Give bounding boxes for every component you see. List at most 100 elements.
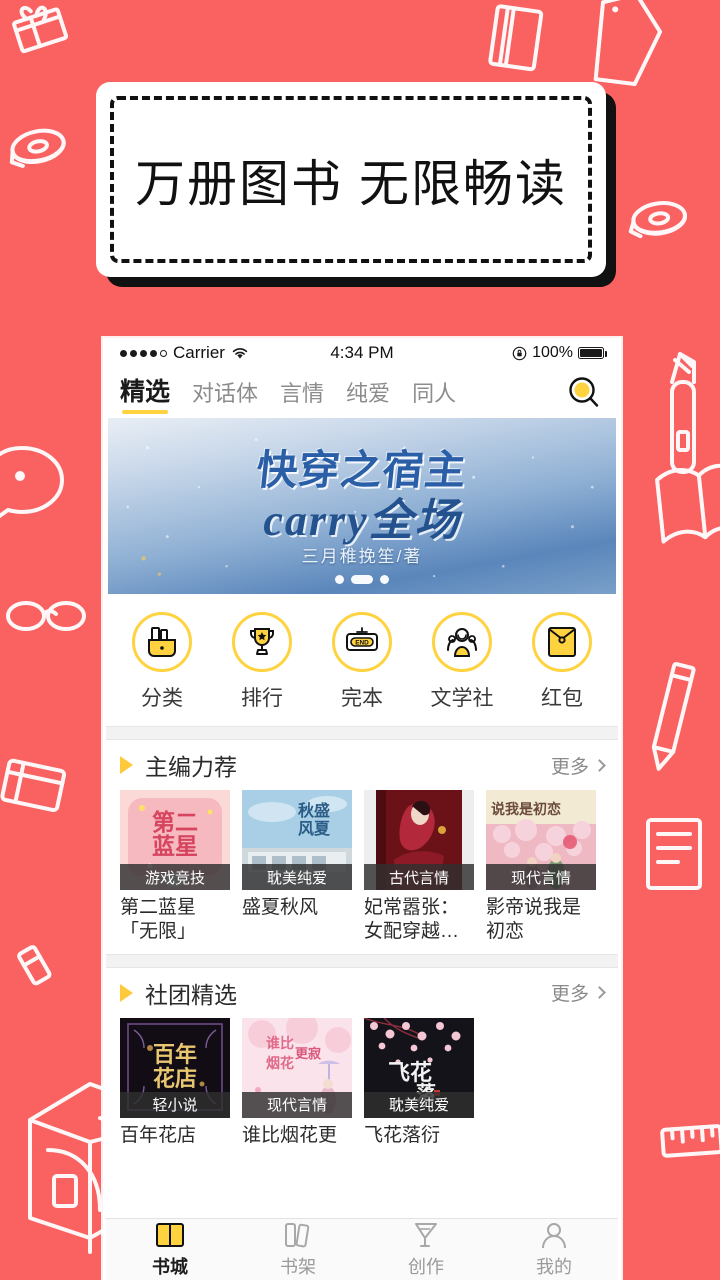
nav-item-bookshelf[interactable]: 书架 [234, 1221, 362, 1279]
book-title: 影帝说我是初恋 [486, 897, 582, 942]
book-card[interactable]: 飞花 落 耽美纯爱 飞花落衍 [364, 1017, 474, 1148]
section-marker-icon [120, 983, 133, 1002]
section-divider [106, 726, 618, 740]
bottom-navigation: 书城 书架 创作 我的 [106, 1218, 618, 1280]
svg-text:蓝星: 蓝星 [152, 833, 198, 859]
svg-text:花店: 花店 [153, 1066, 197, 1091]
nav-label: 我的 [536, 1256, 572, 1277]
book-title: 百年花店 [120, 1124, 197, 1146]
status-bar: Carrier 4:34 PM 100% [106, 338, 618, 368]
book-cover: 谁比 烟花 更寂 现代言情 [242, 1017, 352, 1118]
section-marker-icon [120, 756, 133, 774]
svg-text:烟花: 烟花 [266, 1055, 294, 1071]
book-card[interactable]: 百年 花店 轻小说 百年花店 [120, 1017, 230, 1148]
quick-action-community[interactable]: 文学社 [412, 612, 512, 712]
svg-text:百年: 百年 [153, 1042, 197, 1067]
section-title: 社团精选 [145, 981, 237, 1008]
trophy-icon [250, 628, 274, 655]
phone-screen: Carrier 4:34 PM 100% 精选 对话体 言情 纯爱 同人 快穿之… [103, 338, 621, 1280]
svg-text:飞花: 飞花 [388, 1060, 432, 1085]
bookshelf-icon [285, 1222, 310, 1247]
svg-text:END: END [355, 640, 369, 647]
section-more-link[interactable]: 更多 [551, 752, 606, 779]
book-tag: 现代言情 [242, 1091, 352, 1118]
section-title: 主编力荐 [145, 754, 237, 780]
quick-action-completed[interactable]: END 完本 [312, 612, 412, 712]
svg-text:第二: 第二 [152, 809, 198, 835]
section-more-link[interactable]: 更多 [551, 979, 606, 1006]
category-tab-bar: 精选 对话体 言情 纯爱 同人 [106, 368, 618, 418]
quick-action-circle [432, 612, 492, 672]
quick-action-circle: END [332, 612, 392, 672]
pen-nib-icon [415, 1222, 437, 1247]
banner-subtitle: carry全场 [263, 496, 461, 545]
svg-text:谁比: 谁比 [266, 1035, 294, 1051]
chevron-right-icon [593, 758, 606, 772]
battery-icon [578, 347, 607, 359]
book-title: 飞花落衍 [364, 1124, 441, 1146]
book-title: 妃常嚣张：女配穿越… [364, 897, 460, 942]
book-tag: 游戏竞技 [120, 864, 230, 890]
book-title: 第二蓝星「无限」 [120, 897, 197, 942]
book-card[interactable]: 谁比 烟花 更寂 现代言情 谁比烟花更 [242, 1017, 352, 1148]
open-book-icon [156, 1222, 184, 1247]
carousel-dots[interactable] [108, 575, 616, 584]
svg-text:风夏: 风夏 [298, 820, 331, 838]
nav-item-profile[interactable]: 我的 [490, 1221, 618, 1279]
clock-label: 4:34 PM [330, 343, 394, 362]
quick-action-label: 排行 [241, 687, 283, 710]
quick-action-label: 分类 [141, 687, 183, 710]
quick-action-ranking[interactable]: 排行 [212, 612, 312, 712]
quick-action-category[interactable]: 分类 [112, 612, 212, 712]
book-list: 百年 花店 轻小说 百年花店 谁比 烟花 更寂 现代言情 谁比烟花更 飞花 耽美… [120, 1017, 604, 1158]
section-editor-picks: 主编力荐 更多 第二 蓝星 游戏竞技 第二蓝星「无限」 秋盛 风夏 耽美纯爱 盛… [106, 740, 618, 954]
svg-text:秋盛: 秋盛 [298, 801, 330, 820]
book-card[interactable]: 古代言情 妃常嚣张：女配穿越… [364, 790, 474, 944]
book-cover: 说我是初恋 现代言情 [486, 790, 596, 890]
book-card[interactable]: 第二 蓝星 游戏竞技 第二蓝星「无限」 [120, 790, 230, 944]
book-cover: 古代言情 [364, 790, 474, 890]
tab-duihuati[interactable]: 对话体 [192, 376, 258, 414]
search-button[interactable] [564, 373, 604, 413]
quick-action-label: 完本 [341, 687, 383, 710]
carousel-dot[interactable] [335, 575, 344, 584]
quick-action-row: 分类 排行 END 完本 文学社 红包 [106, 594, 618, 726]
person-icon [542, 1222, 566, 1248]
banner-author: 三月稚挽笙/著 [301, 547, 423, 566]
section-club-picks: 社团精选 更多 百年 花店 轻小说 百年花店 谁比 烟花 更寂 现代言情 谁比烟… [106, 967, 618, 1158]
category-bag-icon [148, 627, 176, 657]
promo-headline: 万册图书 无限畅读 [135, 155, 567, 212]
book-title: 谁比烟花更 [242, 1124, 338, 1146]
quick-action-label: 文学社 [430, 687, 494, 710]
quick-action-circle [132, 612, 192, 672]
quick-action-circle [532, 612, 592, 672]
red-envelope-icon [548, 627, 576, 657]
book-tag: 古代言情 [364, 864, 474, 890]
promo-box: 万册图书 无限畅读 [96, 82, 606, 277]
book-cover: 第二 蓝星 游戏竞技 [120, 790, 230, 890]
svg-text:更寂: 更寂 [295, 1046, 321, 1061]
tab-tongren[interactable]: 同人 [412, 376, 456, 414]
book-tag: 耽美纯爱 [242, 864, 352, 890]
nav-item-bookstore[interactable]: 书城 [106, 1221, 234, 1279]
tab-yanqing[interactable]: 言情 [280, 376, 324, 414]
book-card[interactable]: 说我是初恋 现代言情 影帝说我是初恋 [486, 790, 596, 944]
book-cover: 秋盛 风夏 耽美纯爱 [242, 790, 352, 890]
book-tag: 现代言情 [486, 864, 596, 890]
quick-action-redpacket[interactable]: 红包 [512, 612, 612, 712]
nav-item-create[interactable]: 创作 [362, 1221, 490, 1279]
carousel-dot[interactable] [380, 575, 389, 584]
tab-jingxuan[interactable]: 精选 [120, 372, 170, 414]
svg-text:说我是初恋: 说我是初恋 [491, 801, 561, 817]
book-list: 第二 蓝星 游戏竞技 第二蓝星「无限」 秋盛 风夏 耽美纯爱 盛夏秋风 古代言情… [120, 790, 604, 954]
nav-label: 创作 [408, 1256, 444, 1277]
end-sign-icon: END [346, 627, 378, 651]
section-divider [106, 953, 618, 968]
chevron-right-icon [593, 986, 606, 999]
carousel-dot-active[interactable] [351, 575, 373, 584]
tab-chunai[interactable]: 纯爱 [346, 376, 390, 414]
section-header: 社团精选 更多 [120, 968, 606, 1018]
book-card[interactable]: 秋盛 风夏 耽美纯爱 盛夏秋风 [242, 790, 352, 944]
quick-action-label: 红包 [541, 687, 583, 710]
promo-carousel[interactable]: 快穿之宿主 carry全场 三月稚挽笙/著 [108, 418, 616, 594]
